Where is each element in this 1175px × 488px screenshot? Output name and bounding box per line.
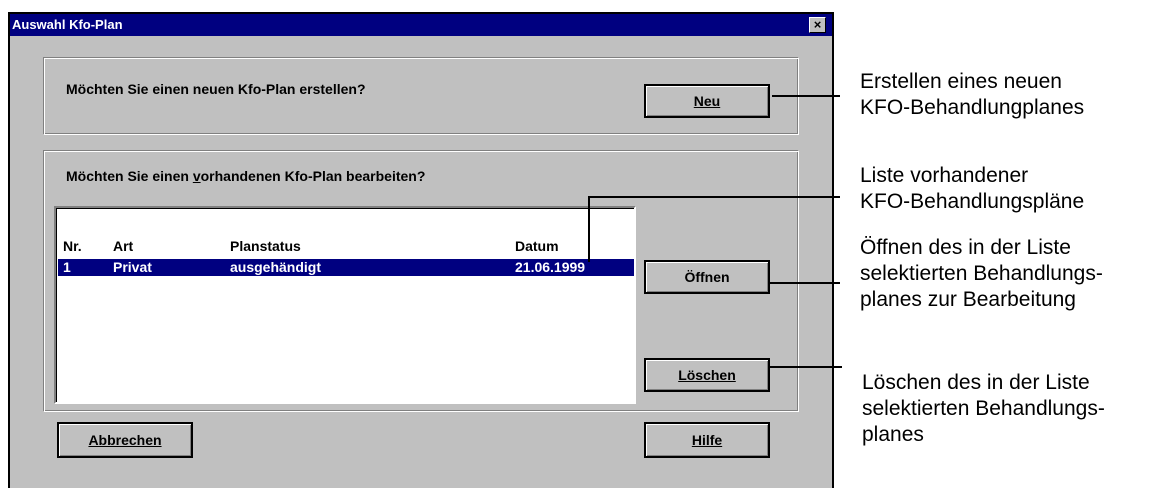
column-header-nr: Nr. — [63, 238, 82, 254]
dialog-title: Auswahl Kfo-Plan — [12, 17, 123, 32]
plan-list[interactable]: Nr. Art Planstatus Datum 1 Privat ausgeh… — [54, 206, 636, 404]
title-bar: Auswahl Kfo-Plan × — [10, 14, 832, 36]
annotation-list: Liste vorhandener KFO-Behandlungspläne — [860, 164, 1085, 213]
existing-plan-prompt: Möchten Sie einen vorhandenen Kfo-Plan b… — [66, 168, 426, 184]
open-button[interactable]: Öffnen — [644, 260, 770, 294]
row-art: Privat — [113, 259, 152, 275]
close-icon[interactable]: × — [809, 17, 826, 33]
new-button[interactable]: Neu — [644, 84, 770, 118]
callout-line-open — [770, 282, 840, 284]
callout-line-delete — [770, 366, 842, 368]
plan-list-row[interactable]: 1 Privat ausgehändigt 21.06.1999 — [58, 259, 634, 276]
new-plan-prompt: Möchten Sie einen neuen Kfo-Plan erstell… — [66, 81, 366, 97]
cancel-button-label: Abbrechen — [88, 432, 162, 448]
kfo-plan-dialog: Auswahl Kfo-Plan × Möchten Sie einen neu… — [8, 12, 834, 488]
row-nr: 1 — [63, 259, 71, 275]
column-header-planstatus: Planstatus — [230, 238, 301, 254]
cancel-button[interactable]: Abbrechen — [57, 422, 193, 458]
help-button[interactable]: Hilfe — [644, 422, 770, 458]
row-status: ausgehändigt — [230, 259, 322, 275]
callout-line-list-h — [588, 196, 840, 198]
help-button-label: Hilfe — [691, 432, 723, 448]
annotation-open: Öffnen des in der Liste selektierten Beh… — [860, 236, 1103, 311]
callout-line-new — [772, 95, 840, 97]
delete-button[interactable]: Löschen — [644, 358, 770, 392]
annotation-new: Erstellen eines neuen KFO-Behandlungplan… — [860, 70, 1085, 119]
new-button-label: Neu — [693, 93, 721, 109]
row-datum: 21.06.1999 — [515, 259, 586, 275]
callout-line-list-v — [588, 196, 590, 262]
delete-button-label: Löschen — [678, 367, 736, 383]
annotation-delete: Löschen des in der Liste selektierten Be… — [862, 371, 1105, 446]
column-header-art: Art — [113, 238, 134, 254]
column-header-datum: Datum — [515, 238, 559, 254]
open-button-label: Öffnen — [684, 269, 730, 285]
